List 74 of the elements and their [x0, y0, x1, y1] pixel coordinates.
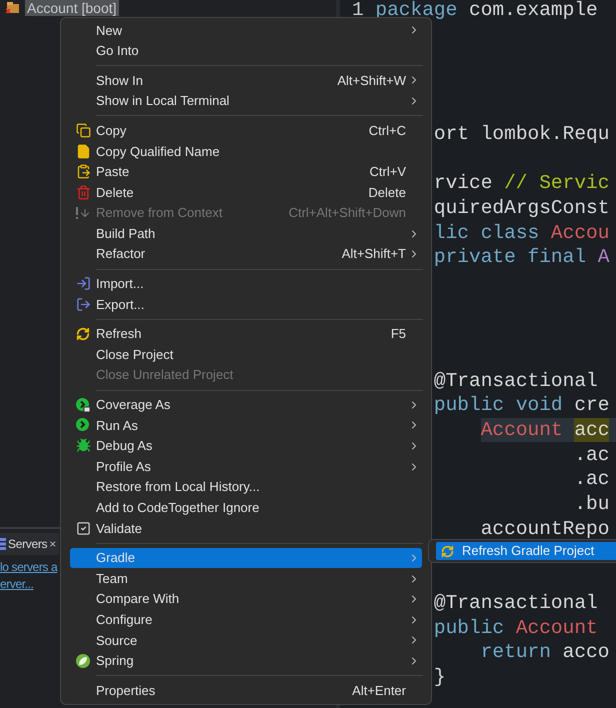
menu-item[interactable]: Paste Ctrl+V	[70, 162, 422, 182]
shortcut-text: Ctrl+C	[368, 122, 406, 140]
menu-item[interactable]: Compare With	[70, 588, 422, 610]
code-line: ort lombok.Requ	[434, 122, 610, 146]
code-line: private final A	[434, 245, 610, 270]
tree-item[interactable]: Account [boot]	[25, 0, 119, 16]
delete-icon	[76, 184, 90, 200]
coverage-icon	[75, 396, 91, 413]
shortcut-text: Ctrl+V	[370, 163, 406, 182]
menu-item[interactable]: Coverage As	[70, 394, 422, 416]
menu-item[interactable]: Properties Alt+Enter	[70, 680, 422, 701]
code-line: lic class Accou	[434, 220, 610, 245]
menu-item[interactable]: Validate	[70, 518, 422, 539]
menu-item[interactable]: Refresh F5	[70, 324, 422, 344]
shortcut-text: Delete	[368, 184, 406, 202]
menu-item[interactable]: Copy Ctrl+C	[70, 120, 422, 141]
menu-item[interactable]: Refactor Alt+Shift+T	[70, 244, 422, 265]
menu-item[interactable]: Spring	[70, 650, 422, 672]
menu-item[interactable]: New	[70, 20, 422, 41]
export-icon	[76, 296, 90, 312]
code-line: .bu	[574, 492, 610, 516]
project-icon	[5, 1, 21, 15]
menu-item[interactable]: Team	[70, 568, 422, 589]
code-line: @Transactional	[434, 368, 599, 393]
shortcut-text: Alt+Shift+T	[342, 245, 406, 264]
menu-item[interactable]: Build Path	[70, 223, 422, 244]
menu-item[interactable]: Add to CodeTogether Ignore	[70, 497, 422, 518]
code-line: public void cre	[434, 393, 610, 418]
menu-item[interactable]: Copy Qualified Name	[70, 140, 422, 162]
code-line: @Transactional	[434, 590, 599, 616]
menu-item[interactable]: Refresh Gradle Project	[436, 542, 616, 560]
code-line: accountRepo	[480, 516, 610, 542]
menu-item[interactable]: Go Into	[70, 40, 422, 62]
shortcut-text: F5	[390, 325, 406, 344]
paste-icon	[76, 164, 90, 180]
code-line: }	[434, 664, 447, 690]
code-line: .ac	[574, 442, 610, 468]
close-tab-button[interactable]: ×	[49, 535, 56, 553]
run-icon	[75, 417, 91, 434]
menu-item[interactable]: Show In Alt+Shift+W	[70, 70, 422, 91]
menu-item[interactable]: Restore from Local History...	[70, 476, 422, 498]
menu-item[interactable]: Export...	[70, 294, 422, 315]
menu-item[interactable]: Show in Local Terminal	[70, 90, 422, 112]
leaf-icon	[75, 652, 91, 669]
menu-item[interactable]: Close Project	[70, 344, 422, 365]
code-line: 1 package com.example	[352, 0, 599, 23]
menu-item[interactable]: Debug As	[70, 436, 422, 456]
refresh-icon	[440, 544, 454, 558]
menu-item[interactable]: Profile As	[70, 456, 422, 477]
menu-item[interactable]: Import...	[70, 274, 422, 294]
checkbox-icon	[76, 520, 90, 536]
server-link[interactable]: lo servers a	[0, 559, 58, 576]
servers-tab[interactable]: Servers ×	[0, 533, 59, 555]
remove-icon	[75, 206, 91, 220]
code-line: return acco	[480, 640, 610, 665]
menu-item[interactable]: Run As	[70, 415, 422, 436]
menu-item[interactable]: Configure	[70, 609, 422, 630]
shortcut-text: Alt+Enter	[352, 682, 406, 700]
file-icon	[76, 144, 90, 159]
code-line: rvice // Servic	[434, 171, 610, 196]
shortcut-text: Alt+Shift+W	[337, 72, 406, 90]
code-line: public Account	[434, 616, 599, 640]
menu-item[interactable]: Delete Delete	[70, 182, 422, 203]
copy-icon	[76, 123, 90, 138]
code-line: quiredArgsConst	[434, 196, 610, 220]
menu-item[interactable]: Source	[70, 630, 422, 651]
server-link[interactable]: erver...	[0, 576, 34, 593]
import-icon	[76, 276, 90, 292]
servers-icon	[0, 537, 6, 551]
code-line: .ac	[574, 467, 610, 492]
menu-item[interactable]: Gradle	[70, 548, 422, 568]
refresh-icon	[76, 327, 90, 342]
shortcut-text: Ctrl+Alt+Shift+Down	[288, 204, 406, 222]
bug-icon	[76, 438, 90, 454]
